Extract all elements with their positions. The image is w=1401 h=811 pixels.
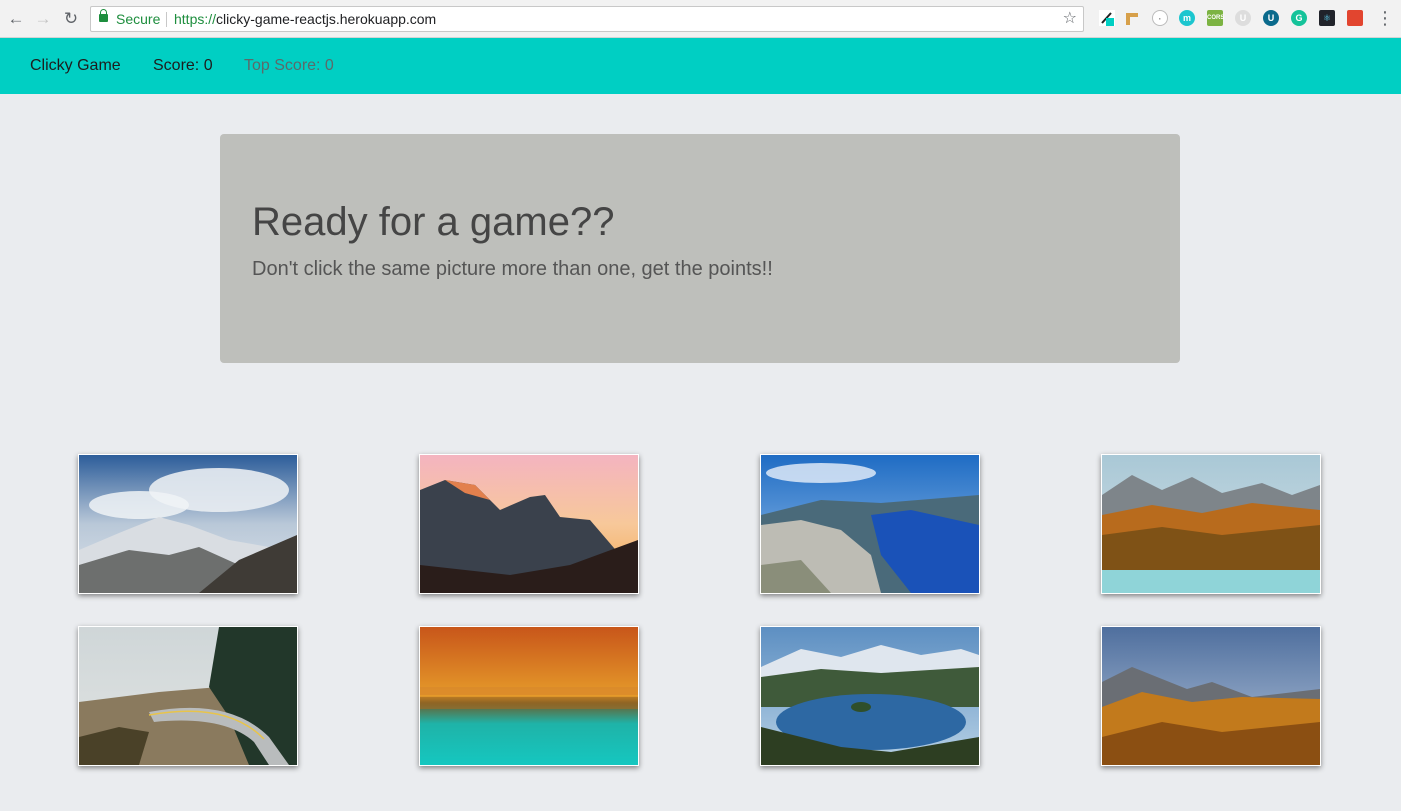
- jumbotron: Ready for a game?? Don't click the same …: [220, 134, 1180, 363]
- circle-extension-icon[interactable]: ·: [1152, 10, 1168, 26]
- brand-link[interactable]: Clicky Game: [30, 57, 121, 75]
- jumbotron-title: Ready for a game??: [252, 200, 615, 244]
- eyedropper-extension-icon[interactable]: [1099, 10, 1115, 26]
- jumbotron-subtitle: Don't click the same picture more than o…: [252, 258, 773, 280]
- u-blue-extension-icon[interactable]: U: [1263, 10, 1279, 26]
- address-separator: [166, 12, 167, 27]
- orange-forest-reflection-image[interactable]: [419, 626, 639, 766]
- bookmark-extension-icon[interactable]: [1347, 10, 1363, 26]
- autumn-lake-mountains-image[interactable]: [1101, 454, 1321, 594]
- address-bar[interactable]: Secure https://clicky-game-reactjs.herok…: [90, 6, 1084, 32]
- bookmark-star-icon[interactable]: ☆: [1063, 7, 1077, 31]
- react-devtools-icon[interactable]: ⚛: [1319, 10, 1335, 26]
- m-extension-icon[interactable]: m: [1179, 10, 1195, 26]
- cors-extension-icon[interactable]: CORS: [1207, 10, 1224, 26]
- forward-icon[interactable]: →: [32, 8, 54, 30]
- sunset-peaks-image[interactable]: [419, 454, 639, 594]
- fjord-cliff-image[interactable]: [760, 454, 980, 594]
- secure-label: Secure: [116, 11, 161, 27]
- lock-icon: [99, 9, 108, 22]
- snowy-mountains-image[interactable]: [78, 454, 298, 594]
- score-display: Score: 0: [153, 57, 213, 74]
- u-grey-extension-icon[interactable]: U: [1235, 10, 1251, 26]
- viaduct-road-image[interactable]: [78, 626, 298, 766]
- golden-larch-forest-image[interactable]: [1101, 626, 1321, 766]
- browser-menu-icon[interactable]: ⋮: [1376, 8, 1394, 28]
- back-icon[interactable]: ←: [5, 8, 27, 30]
- top-score-display: Top Score: 0: [244, 57, 334, 74]
- grammarly-icon[interactable]: G: [1291, 10, 1307, 26]
- lake-island-image[interactable]: [760, 626, 980, 766]
- browser-toolbar: ← → ↻ Secure https://clicky-game-reactjs…: [0, 0, 1401, 38]
- reload-icon[interactable]: ↻: [60, 8, 82, 30]
- navbar: Clicky Game Score: 0 Top Score: 0: [0, 38, 1401, 94]
- ruler-extension-icon[interactable]: [1124, 10, 1140, 26]
- url-text: https://clicky-game-reactjs.herokuapp.co…: [174, 11, 437, 27]
